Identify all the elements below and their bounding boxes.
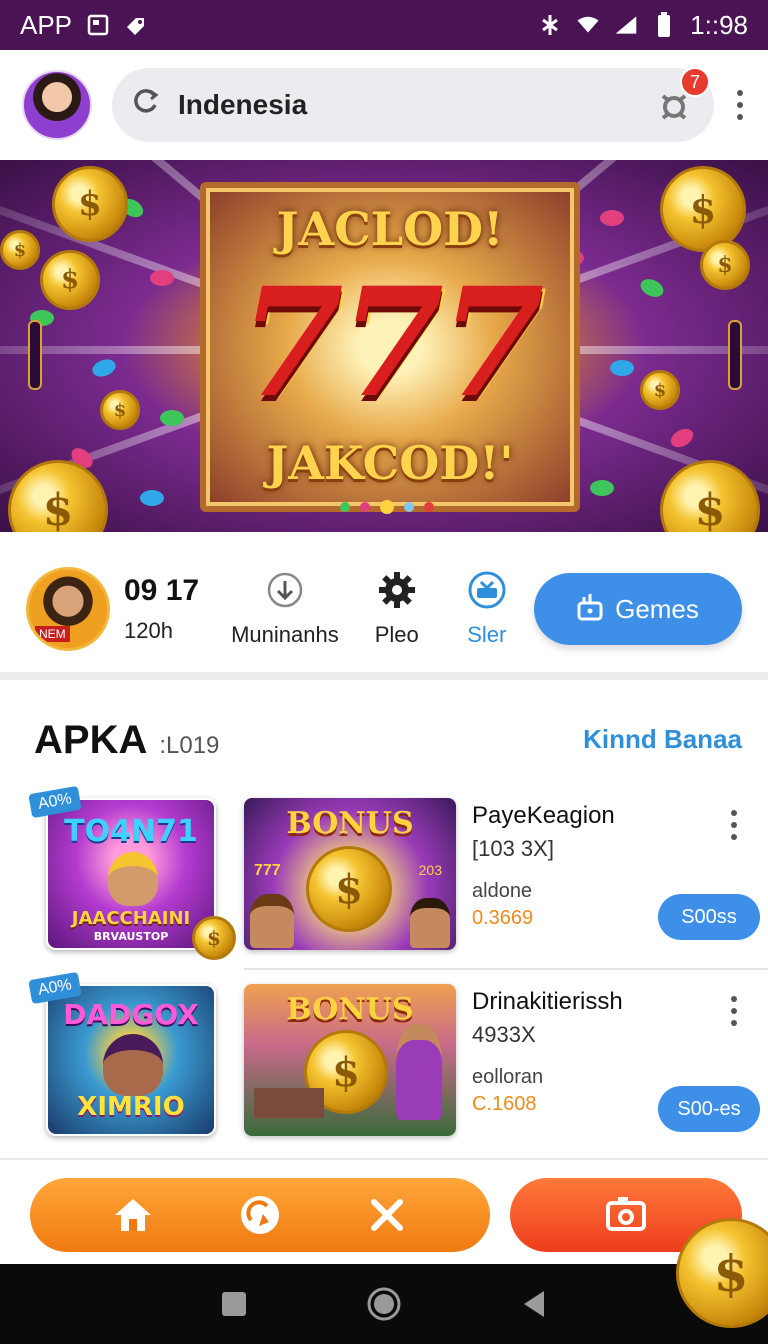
- camera-icon: [605, 1195, 647, 1236]
- game-action-button[interactable]: S00ss: [658, 894, 760, 940]
- recents-icon[interactable]: [214, 1284, 254, 1324]
- game-name: Drinakitierissh: [472, 988, 623, 1015]
- section-title: APKA: [34, 718, 148, 762]
- game-info: PayeKeagion [103 3X] aldone 0.3669: [472, 802, 615, 930]
- carousel-indicator[interactable]: [340, 500, 434, 514]
- image-icon: [86, 13, 110, 37]
- refresh-icon[interactable]: [132, 87, 160, 123]
- player-avatar[interactable]: NEM: [26, 567, 110, 651]
- section-divider: [0, 672, 768, 680]
- section-link[interactable]: Kinnd Banaa: [583, 724, 742, 755]
- coin-icon: $: [660, 166, 746, 252]
- bonus-label: BONUS: [286, 806, 414, 841]
- section-subtitle: :L019: [159, 732, 220, 759]
- status-bar: APP 1::98: [0, 0, 768, 50]
- home-nav-icon[interactable]: [364, 1284, 404, 1324]
- coin-icon: $: [192, 916, 236, 960]
- nav-label: Muninanhs: [231, 622, 339, 647]
- battery-icon: [652, 12, 676, 37]
- games-button[interactable]: Gemes: [534, 573, 742, 645]
- coin-icon: $: [0, 230, 40, 270]
- coin-icon: $: [52, 166, 128, 242]
- lock-icon: [577, 591, 603, 628]
- nav-muninanhs[interactable]: Muninanhs: [231, 570, 339, 648]
- coin-icon: $: [306, 846, 392, 932]
- bonus-thumbnail[interactable]: BONUS $ 777 203: [244, 798, 456, 950]
- game-thumbnail[interactable]: TO4N71 JAACCHAINI BRVAUSTOP: [46, 798, 216, 950]
- section-header: APKA :L019: [34, 718, 219, 763]
- game-value: 0.3669: [472, 907, 534, 929]
- games-button-label: Gemes: [615, 593, 699, 624]
- stats-row: NEM 09 17 120h Muninanhs Pleo Sler Gemes: [0, 548, 768, 670]
- home-icon[interactable]: [108, 1190, 158, 1240]
- nav-pleo[interactable]: Pleo: [375, 570, 419, 648]
- game-meta: 4933X: [472, 1022, 536, 1047]
- thumb-caption: JAACCHAINI: [71, 908, 191, 929]
- coin-icon: $: [40, 250, 100, 310]
- nav-sler[interactable]: Sler: [467, 570, 507, 648]
- coin-icon: $: [100, 390, 140, 430]
- notification-icon[interactable]: 7: [654, 67, 710, 125]
- search-input[interactable]: Indenesia: [178, 89, 307, 121]
- thumb-title: TO4N71: [64, 814, 198, 849]
- app-label: APP: [20, 9, 73, 40]
- row-divider: [244, 968, 768, 970]
- more-menu-icon[interactable]: [734, 90, 746, 120]
- game-info: Drinakitierissh 4933X eolloran C.1608: [472, 988, 623, 1116]
- coin-icon: $: [700, 240, 750, 290]
- thumb-sub: BRVAUSTOP: [93, 930, 169, 943]
- player-count: 09 17: [124, 574, 200, 607]
- system-nav-bar: [0, 1264, 768, 1344]
- game-action-button[interactable]: S00-es: [658, 1086, 760, 1132]
- item-more-icon[interactable]: [728, 810, 740, 840]
- top-bar: Indenesia 7: [0, 50, 768, 160]
- jackpot-sevens: 777: [239, 255, 544, 431]
- bottom-divider: [0, 1158, 768, 1160]
- thumb-caption: XIMRIO: [77, 1092, 185, 1122]
- nav-label: Sler: [467, 622, 507, 647]
- game-thumbnail[interactable]: DADGOX XIMRIO: [46, 984, 216, 1136]
- avatar[interactable]: [22, 70, 92, 140]
- bonus-sub: 777: [254, 862, 281, 879]
- item-more-icon[interactable]: [728, 996, 740, 1026]
- list-item[interactable]: A0% TO4N71 JAACCHAINI BRVAUSTOP $ BONUS …: [0, 785, 768, 968]
- game-sub: aldone: [472, 880, 533, 902]
- game-sub: eolloran: [472, 1066, 544, 1088]
- game-name: PayeKeagion: [472, 802, 615, 829]
- thumb-title: DADGOX: [63, 998, 199, 1031]
- player-tag: NEM: [35, 626, 70, 642]
- jackpot-headline-top: JACLOD!: [276, 202, 504, 256]
- nav-label: Pleo: [374, 622, 419, 647]
- search-bar[interactable]: Indenesia 7: [112, 67, 714, 142]
- game-meta: [103 3X]: [472, 836, 554, 861]
- bonus-thumbnail[interactable]: BONUS $: [244, 984, 456, 1136]
- action-bar: [30, 1178, 490, 1252]
- clock: 1::98: [690, 9, 748, 40]
- coin-icon: $: [8, 460, 108, 532]
- download-icon: [266, 570, 304, 610]
- bluetooth-icon: [538, 13, 562, 37]
- tag-icon: [124, 13, 148, 37]
- player-count-sub: 120h: [124, 618, 173, 643]
- back-icon[interactable]: [514, 1284, 554, 1324]
- sync-icon[interactable]: [235, 1190, 285, 1240]
- close-icon[interactable]: [362, 1190, 412, 1240]
- jackpot-banner[interactable]: $ $ $ $ $ $ $ $ $ JACLOD! 777 JAKCOD!': [0, 160, 768, 532]
- notification-badge: 7: [680, 67, 710, 97]
- game-value: C.1608: [472, 1093, 537, 1115]
- jackpot-frame: JACLOD! 777 JAKCOD!': [200, 182, 580, 512]
- jackpot-headline-bottom: JAKCOD!': [266, 436, 514, 490]
- wifi-icon: [576, 13, 600, 37]
- bonus-label: BONUS: [286, 992, 414, 1027]
- tv-icon: [467, 570, 507, 610]
- gear-icon: [377, 570, 417, 610]
- bonus-sub2: 203: [418, 862, 442, 878]
- coin-icon: $: [660, 460, 760, 532]
- player-stats: 09 17 120h: [124, 574, 199, 644]
- coin-icon: $: [640, 370, 680, 410]
- list-item[interactable]: A0% DADGOX XIMRIO BONUS $ Drinakitieriss…: [0, 971, 768, 1154]
- signal-icon: [614, 13, 638, 37]
